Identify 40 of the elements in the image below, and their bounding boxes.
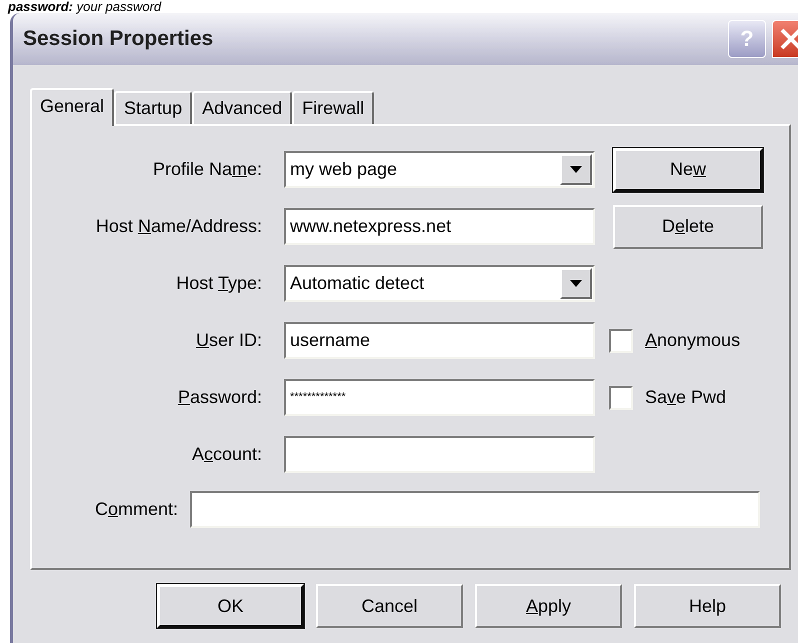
caret-down-icon — [570, 280, 582, 287]
dialog-button[interactable]: Delete — [613, 204, 763, 248]
dropdown-button[interactable] — [560, 268, 592, 299]
caption: password: your password — [6, 0, 162, 13]
field-label: Password: — [176, 386, 263, 409]
checkbox[interactable] — [609, 328, 633, 352]
dropdown-button[interactable] — [560, 154, 592, 185]
field-label: Host Name/Address: — [94, 215, 263, 238]
dialog-button[interactable]: OK — [157, 584, 304, 628]
checkbox[interactable] — [609, 386, 633, 410]
dialog-button[interactable]: Cancel — [316, 584, 463, 628]
input-field[interactable]: www.netexpress.net — [284, 208, 595, 245]
field-value: my web page — [289, 158, 398, 181]
tab[interactable]: Advanced — [192, 91, 292, 124]
input-field[interactable] — [284, 436, 595, 473]
caret-down-icon — [570, 166, 582, 173]
input-field[interactable] — [190, 491, 760, 528]
dropdown-field[interactable]: my web page — [284, 151, 595, 188]
field-label: Account: — [190, 443, 263, 466]
field-value: www.netexpress.net — [289, 215, 452, 238]
checkbox-label: Anonymous — [645, 329, 740, 352]
field-value: username — [289, 329, 372, 352]
input-field[interactable]: username — [284, 322, 595, 359]
field-label: Profile Name: — [152, 158, 263, 181]
field-label: Comment: — [94, 498, 179, 521]
tab[interactable]: Startup — [114, 91, 192, 124]
tab[interactable]: General — [30, 88, 114, 126]
input-field[interactable]: ************* — [284, 379, 595, 416]
field-label: User ID: — [194, 329, 263, 352]
close-icon — [780, 28, 798, 50]
dialog-button[interactable]: Apply — [475, 584, 622, 628]
checkbox-label: Save Pwd — [645, 386, 726, 409]
field-label: Host Type: — [175, 272, 263, 295]
dialog-button[interactable]: Help — [634, 584, 781, 628]
field-value: ************* — [289, 390, 347, 406]
tab[interactable]: Firewall — [292, 91, 374, 124]
dialog-button[interactable]: New — [613, 148, 763, 192]
dropdown-field[interactable]: Automatic detect — [284, 265, 595, 302]
field-value: Automatic detect — [289, 272, 426, 295]
window-title: Session Properties — [23, 26, 214, 52]
